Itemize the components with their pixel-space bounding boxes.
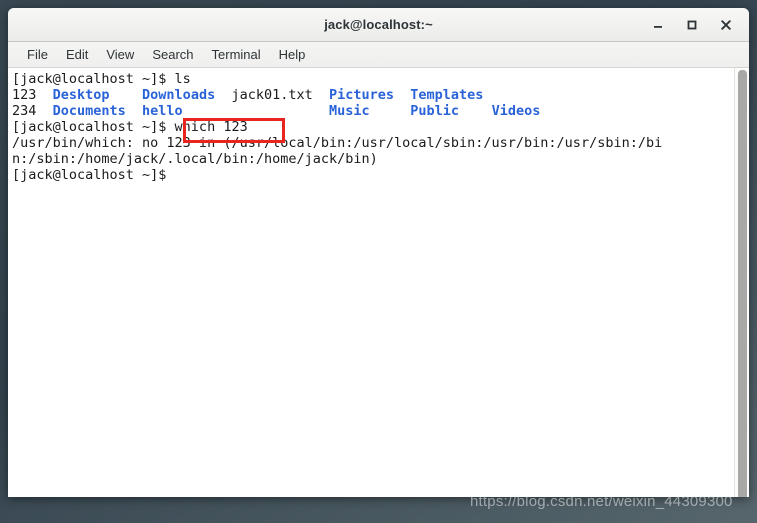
window-titlebar[interactable]: jack@localhost:~ — [8, 8, 749, 42]
terminal-text-segment: Desktop — [52, 87, 143, 103]
line-which-output-1: /usr/bin/which: no 123 in (/usr/local/bi… — [12, 135, 734, 151]
terminal-text-segment: Music — [329, 103, 411, 119]
terminal-text-segment: [jack@localhost ~]$ which 123 — [12, 119, 248, 135]
terminal-text-segment: [jack@localhost ~]$ ls — [12, 71, 191, 87]
terminal-text-segment: n:/sbin:/home/jack/.local/bin:/home/jack… — [12, 151, 378, 167]
terminal-scrollbar[interactable] — [734, 68, 749, 497]
terminal-text-segment: /usr/bin/which: no 123 in (/usr/local/bi… — [12, 135, 663, 151]
close-button[interactable] — [709, 8, 743, 41]
menu-item-search[interactable]: Search — [143, 45, 202, 64]
terminal-text-segment: Documents — [52, 103, 143, 119]
minimize-button[interactable] — [641, 8, 675, 41]
line-prompt-final: [jack@localhost ~]$ — [12, 167, 734, 183]
maximize-button[interactable] — [675, 8, 709, 41]
menu-item-edit[interactable]: Edit — [57, 45, 97, 64]
terminal-text-segment: [jack@localhost ~]$ — [12, 167, 167, 183]
terminal-body[interactable]: [jack@localhost ~]$ ls 123 Desktop Downlo… — [8, 68, 749, 497]
window-title: jack@localhost:~ — [324, 17, 433, 32]
menu-item-view[interactable]: View — [97, 45, 143, 64]
menu-item-help[interactable]: Help — [270, 45, 315, 64]
line-ls-row1: 123 Desktop Downloads jack01.txt Picture… — [12, 87, 734, 103]
terminal-text-segment: Templates — [410, 87, 484, 103]
line-which-output-2: n:/sbin:/home/jack/.local/bin:/home/jack… — [12, 151, 734, 167]
terminal-text-segment: Videos — [491, 103, 541, 119]
scrollbar-thumb[interactable] — [738, 70, 747, 497]
menu-item-file[interactable]: File — [18, 45, 57, 64]
terminal-text-segment: hello — [142, 103, 232, 119]
terminal-window: jack@localhost:~ File Edit View Search T… — [8, 8, 749, 497]
window-controls — [641, 8, 743, 41]
desktop-background: jack@localhost:~ File Edit View Search T… — [0, 0, 757, 523]
line-prompt-ls: [jack@localhost ~]$ ls — [12, 71, 734, 87]
menu-item-terminal[interactable]: Terminal — [203, 45, 270, 64]
terminal-output-area[interactable]: [jack@localhost ~]$ ls 123 Desktop Downlo… — [8, 68, 734, 497]
terminal-text-segment: 123 — [12, 87, 53, 103]
terminal-text-segment: Pictures — [329, 87, 411, 103]
terminal-text-segment: Downloads — [142, 87, 232, 103]
terminal-text-segment: jack01.txt — [231, 87, 329, 103]
menu-bar: File Edit View Search Terminal Help — [8, 42, 749, 68]
line-ls-row2: 234 Documents hello Music Public Videos — [12, 103, 734, 119]
terminal-text-segment: 234 — [12, 103, 53, 119]
line-prompt-which: [jack@localhost ~]$ which 123 — [12, 119, 734, 135]
terminal-text-segment: Public — [410, 103, 492, 119]
